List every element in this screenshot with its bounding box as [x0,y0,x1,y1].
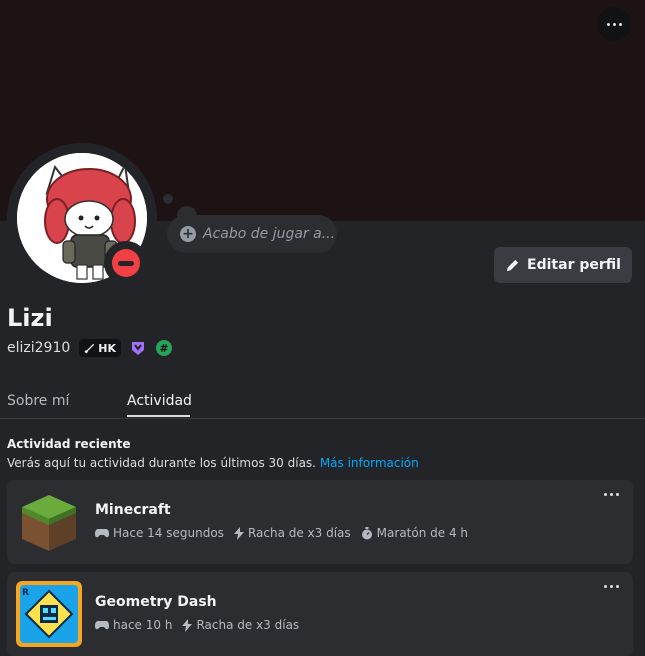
lightning-icon [233,526,244,540]
hashtag-badge-icon[interactable]: # [155,339,173,357]
display-name: Lizi [7,304,53,332]
geometry-dash-icon: R [16,581,82,647]
username[interactable]: elizi2910 [7,340,70,356]
game-title: Geometry Dash [95,594,217,610]
card-more-options-icon[interactable] [604,585,619,588]
last-played: Hace 14 segundos [113,526,224,540]
pencil-icon [506,259,519,271]
card-more-options-icon[interactable] [604,493,619,496]
streak: Racha de x3 días [196,618,300,632]
plus-circle-icon: + [180,226,196,242]
thought-bubble-dot [163,194,173,204]
streak: Racha de x3 días [247,526,351,540]
edit-profile-button[interactable]: Editar perfil [494,247,632,283]
activity-card-minecraft[interactable]: Minecraft Hace 14 segundos Racha de x3 d… [7,480,633,564]
activity-card-geometry-dash[interactable]: R Geometry Dash hace 10 h Racha de x3 dí… [7,572,633,656]
svg-text:R: R [22,588,29,598]
sword-icon [84,343,95,354]
status-bubble-placeholder: Acabo de jugar a... [203,226,336,242]
nitro-badge-icon[interactable] [129,339,147,357]
recent-activity-description: Verás aquí tu actividad durante los últi… [7,456,419,470]
more-info-link[interactable]: Más información [320,456,419,470]
description-text: Verás aquí tu actividad durante los últi… [7,456,316,470]
do-not-disturb-status-icon[interactable] [112,249,140,277]
activity-meta: hace 10 h Racha de x3 días [95,618,309,632]
lightning-icon [182,618,193,632]
profile-tabs: Sobre mí Actividad [0,386,645,419]
username-row: elizi2910 HK # [7,338,173,358]
ellipsis-icon [606,22,622,26]
edit-profile-label: Editar perfil [527,257,621,273]
active-tab-indicator [127,415,190,417]
tab-about-me[interactable]: Sobre mí [7,393,69,409]
more-options-button[interactable] [597,7,631,41]
game-title: Minecraft [95,502,171,518]
minecraft-icon [16,489,82,555]
server-tag[interactable]: HK [79,339,121,357]
gamepad-icon [95,621,109,630]
server-tag-label: HK [98,341,116,355]
tab-activity[interactable]: Actividad [127,393,192,409]
custom-status-bubble[interactable]: + Acabo de jugar a... [167,215,337,253]
activity-meta: Hace 14 segundos Racha de x3 días Marató… [95,526,478,540]
last-played: hace 10 h [113,618,173,632]
recent-activity-heading: Actividad reciente [7,437,131,451]
gamepad-icon [95,529,109,538]
marathon: Maratón de 4 h [376,526,469,540]
stopwatch-icon [361,526,372,539]
